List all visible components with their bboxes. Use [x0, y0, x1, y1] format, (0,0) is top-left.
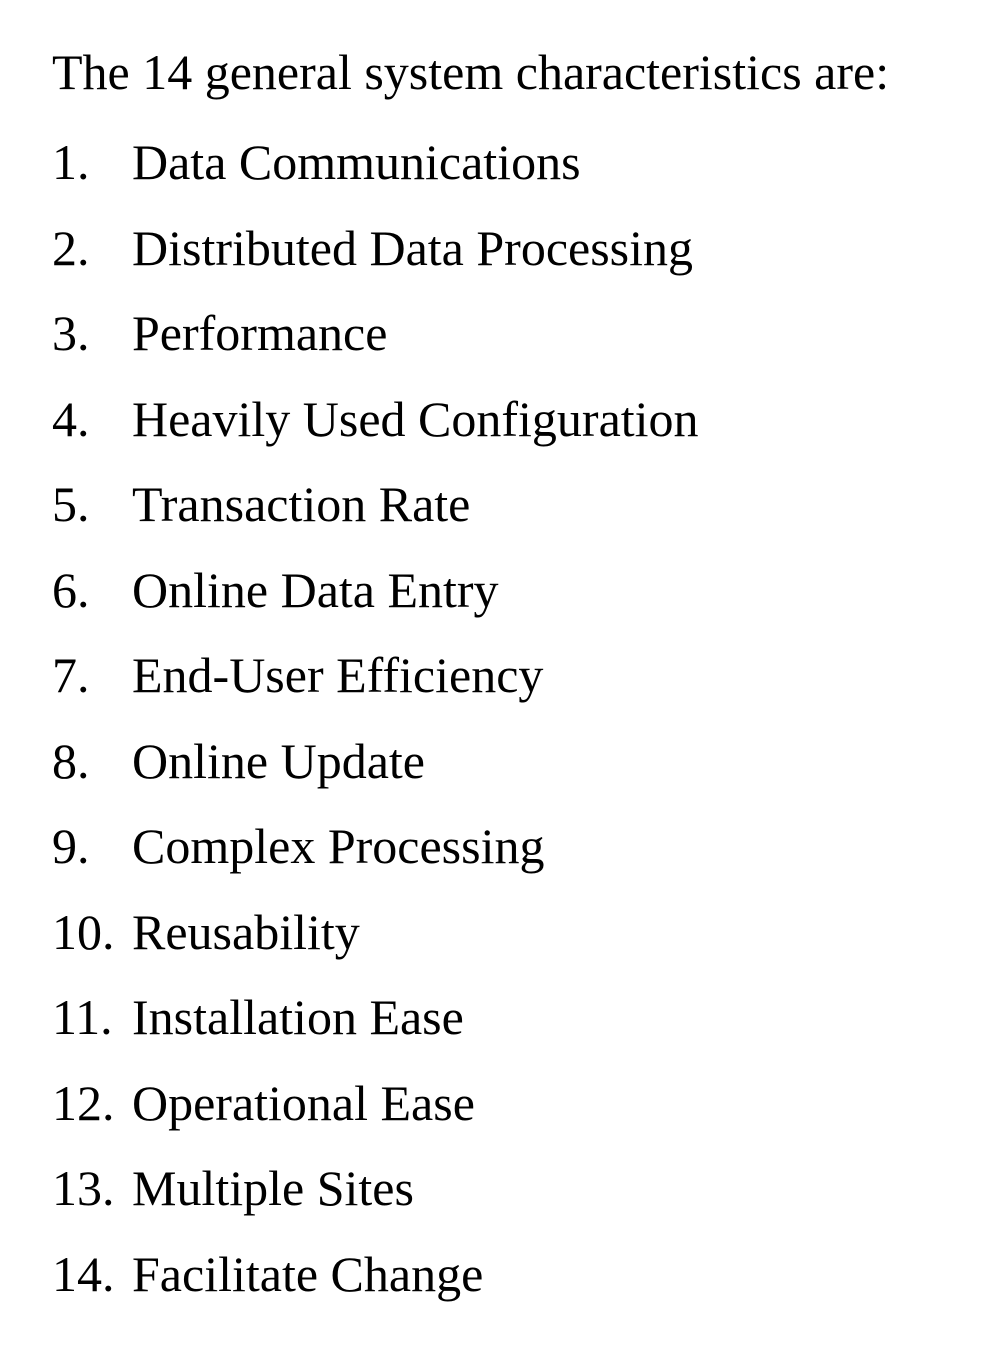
document-body: The 14 general system characteristics ar…: [52, 36, 992, 1317]
list-item-number: 4.: [52, 390, 90, 447]
list-item: 5. Transaction Rate: [52, 462, 992, 548]
list-item-number: 12.: [52, 1074, 115, 1131]
list-item-label: Distributed Data Processing: [132, 219, 694, 276]
list-item-number: 11.: [52, 989, 113, 1045]
list-item-label: Complex Processing: [132, 818, 545, 874]
list-item-label: Online Data Entry: [132, 561, 499, 618]
list-item-label: Installation Ease: [132, 989, 464, 1045]
list-item-number: 13.: [52, 1160, 115, 1216]
list-item: 6. Online Data Entry: [52, 548, 992, 634]
list-item-label: Facilitate Change: [132, 1245, 484, 1302]
list-item-number: 8.: [52, 732, 90, 789]
list-item: 12. Operational Ease: [52, 1061, 992, 1147]
list-item-label: Online Update: [132, 732, 425, 789]
list-item-label: End-User Efficiency: [132, 647, 544, 703]
list-item: 3. Performance: [52, 291, 992, 377]
list-item-number: 3.: [52, 305, 90, 361]
list-item-number: 9.: [52, 818, 90, 874]
list-item: 1. Data Communications: [52, 120, 992, 206]
characteristics-list: 1. Data Communications 2. Distributed Data…: [52, 120, 992, 1317]
list-item-number: 5.: [52, 476, 90, 532]
list-item: 4. Heavily Used Configuration: [52, 377, 992, 463]
list-item-label: Transaction Rate: [132, 476, 471, 532]
list-item-number: 10.: [52, 903, 115, 960]
list-item-number: 7.: [52, 647, 90, 703]
list-item-label: Operational Ease: [132, 1074, 475, 1131]
intro-text: The 14 general system characteristics ar…: [52, 44, 890, 100]
list-item-number: 1.: [52, 134, 90, 190]
list-item-label: Multiple Sites: [132, 1160, 414, 1216]
list-item-label: Heavily Used Configuration: [132, 390, 699, 447]
list-item-number: 2.: [52, 219, 90, 276]
list-item: 8. Online Update: [52, 719, 992, 805]
list-item: 10. Reusability: [52, 890, 992, 976]
list-item-number: 14.: [52, 1245, 115, 1302]
list-item: 11. Installation Ease: [52, 975, 992, 1061]
list-item: 7. End-User Efficiency: [52, 633, 992, 719]
list-item-label: Performance: [132, 305, 388, 361]
list-item-label: Data Communications: [132, 134, 581, 190]
list-item-number: 6.: [52, 561, 90, 618]
list-item-label: Reusability: [132, 903, 360, 960]
list-item: 2. Distributed Data Processing: [52, 206, 992, 292]
list-item: 14. Facilitate Change: [52, 1232, 992, 1318]
list-item: 13. Multiple Sites: [52, 1146, 992, 1232]
list-item: 9. Complex Processing: [52, 804, 992, 890]
